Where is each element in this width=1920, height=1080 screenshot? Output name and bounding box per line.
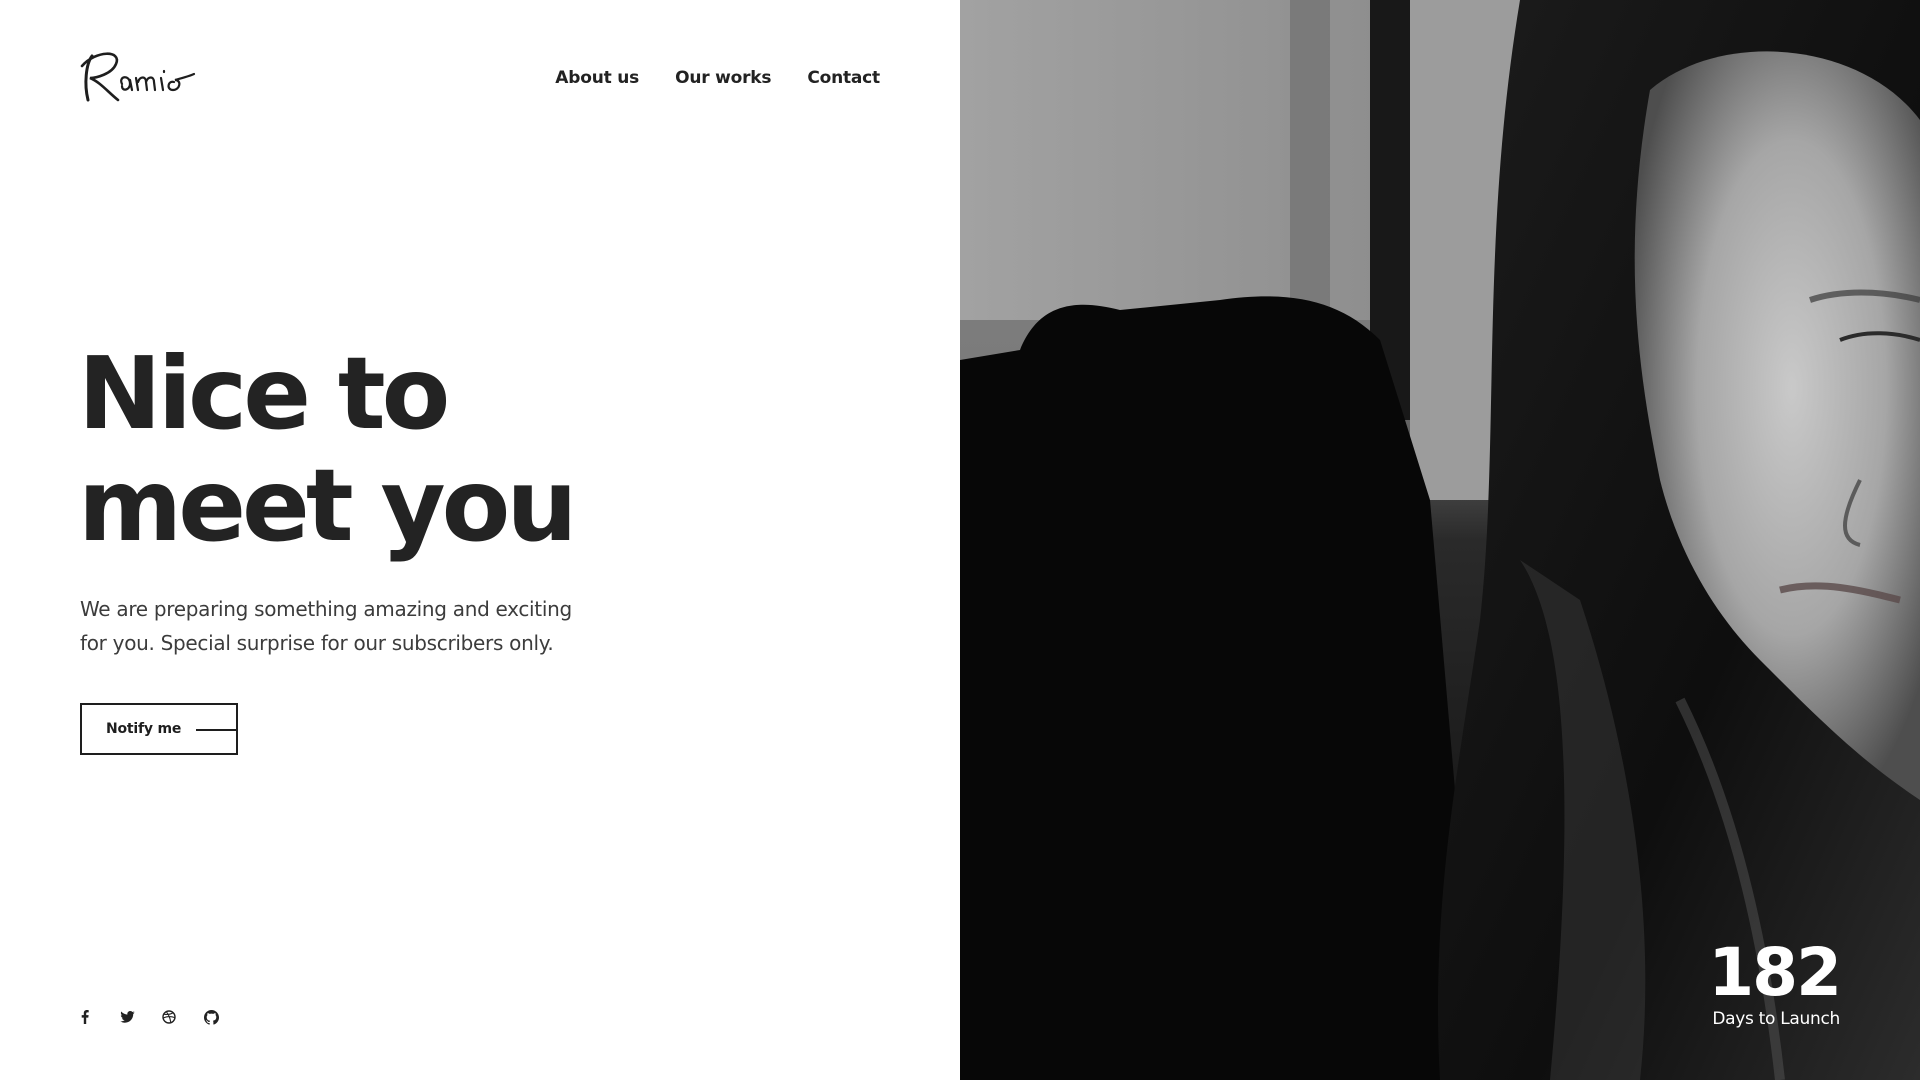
countdown-days-label: Days to Launch: [1712, 1009, 1840, 1029]
nav-about-us[interactable]: About us: [555, 68, 639, 88]
headline-line-1: Nice to: [78, 335, 450, 452]
hero-subtitle: We are preparing something amazing and e…: [80, 592, 620, 660]
notify-me-label: Notify me: [106, 721, 182, 737]
twitter-icon[interactable]: [118, 1008, 136, 1026]
notify-me-button[interactable]: Notify me: [80, 703, 238, 755]
headline-line-2: meet you: [78, 447, 578, 564]
subtitle-line-1: We are preparing something amazing and e…: [80, 597, 572, 621]
social-links: [76, 1008, 220, 1026]
countdown-days-value: 182: [1708, 934, 1842, 1011]
nav-our-works[interactable]: Our works: [675, 68, 771, 88]
brand-logo[interactable]: [78, 44, 198, 108]
github-icon[interactable]: [202, 1008, 220, 1026]
main-nav: About us Our works Contact: [555, 68, 880, 88]
portrait-photo: [960, 0, 1920, 1080]
logo-script-graphic: [80, 52, 196, 102]
facebook-icon[interactable]: [76, 1008, 94, 1026]
hero-headline: Nice to meet you: [78, 335, 578, 564]
subtitle-line-2: for you. Special surprise for our subscr…: [80, 631, 554, 655]
launch-countdown: 182 Days to Launch: [1708, 934, 1842, 1030]
left-panel: About us Our works Contact Nice to meet …: [0, 0, 960, 1080]
hero-image-panel: 182 Days to Launch: [960, 0, 1920, 1080]
arrow-line-icon: [196, 729, 238, 731]
nav-contact[interactable]: Contact: [807, 68, 880, 88]
dribbble-icon[interactable]: [160, 1008, 178, 1026]
